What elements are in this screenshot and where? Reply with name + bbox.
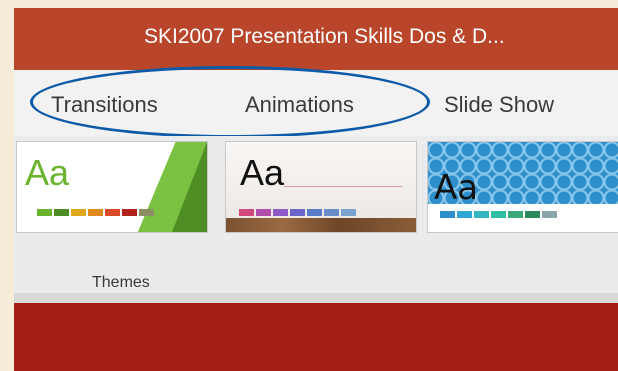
design-ribbon-panel: Aa Aa Aa Themes [14,136,618,301]
theme-color-swatch [491,211,506,218]
theme-color-swatch [341,209,356,216]
slide-canvas [14,303,618,371]
theme-color-swatch [307,209,322,216]
theme-color-swatches [239,209,356,216]
ribbon-bottom-edge [14,293,618,303]
theme-color-swatch [256,209,271,216]
theme-color-swatch [37,209,52,216]
theme-color-swatch [542,211,557,218]
theme-color-swatch [525,211,540,218]
theme-sample-text: Aa [240,152,285,193]
theme-thumbnail-blue-pattern[interactable]: Aa [427,141,618,233]
themes-group-label: Themes [92,274,150,291]
theme-color-swatch [105,209,120,216]
ribbon-tab-bar: Transitions Animations Slide Show [14,70,618,136]
theme-thumbnail-wood[interactable]: Aa [225,141,417,233]
theme-color-swatch [474,211,489,218]
theme-color-swatches [440,211,557,218]
theme-color-swatch [139,209,154,216]
theme-color-swatch [457,211,472,218]
theme-sample-text: Aa [25,152,70,193]
tab-slide-show[interactable]: Slide Show [444,92,554,118]
theme-color-swatch [122,209,137,216]
theme-color-swatch [440,211,455,218]
theme-footer-band [428,204,618,232]
tab-transitions[interactable]: Transitions [51,92,158,118]
window-title: SKI2007 Presentation Skills Dos & D... [144,25,505,48]
theme-color-swatch [71,209,86,216]
theme-title-underline [284,186,402,187]
theme-color-swatch [54,209,69,216]
theme-color-swatch [239,209,254,216]
theme-color-swatch [324,209,339,216]
theme-color-swatch [290,209,305,216]
powerpoint-window: SKI2007 Presentation Skills Dos & D... T… [14,8,618,371]
theme-color-swatch [508,211,523,218]
theme-sample-text: Aa [434,168,479,208]
theme-thumbnail-green[interactable]: Aa [16,141,208,233]
theme-color-swatch [88,209,103,216]
theme-wood-strip [226,218,416,232]
theme-color-swatch [273,209,288,216]
title-bar: SKI2007 Presentation Skills Dos & D... [14,8,618,70]
tab-animations[interactable]: Animations [245,92,354,118]
theme-color-swatches [37,209,154,216]
